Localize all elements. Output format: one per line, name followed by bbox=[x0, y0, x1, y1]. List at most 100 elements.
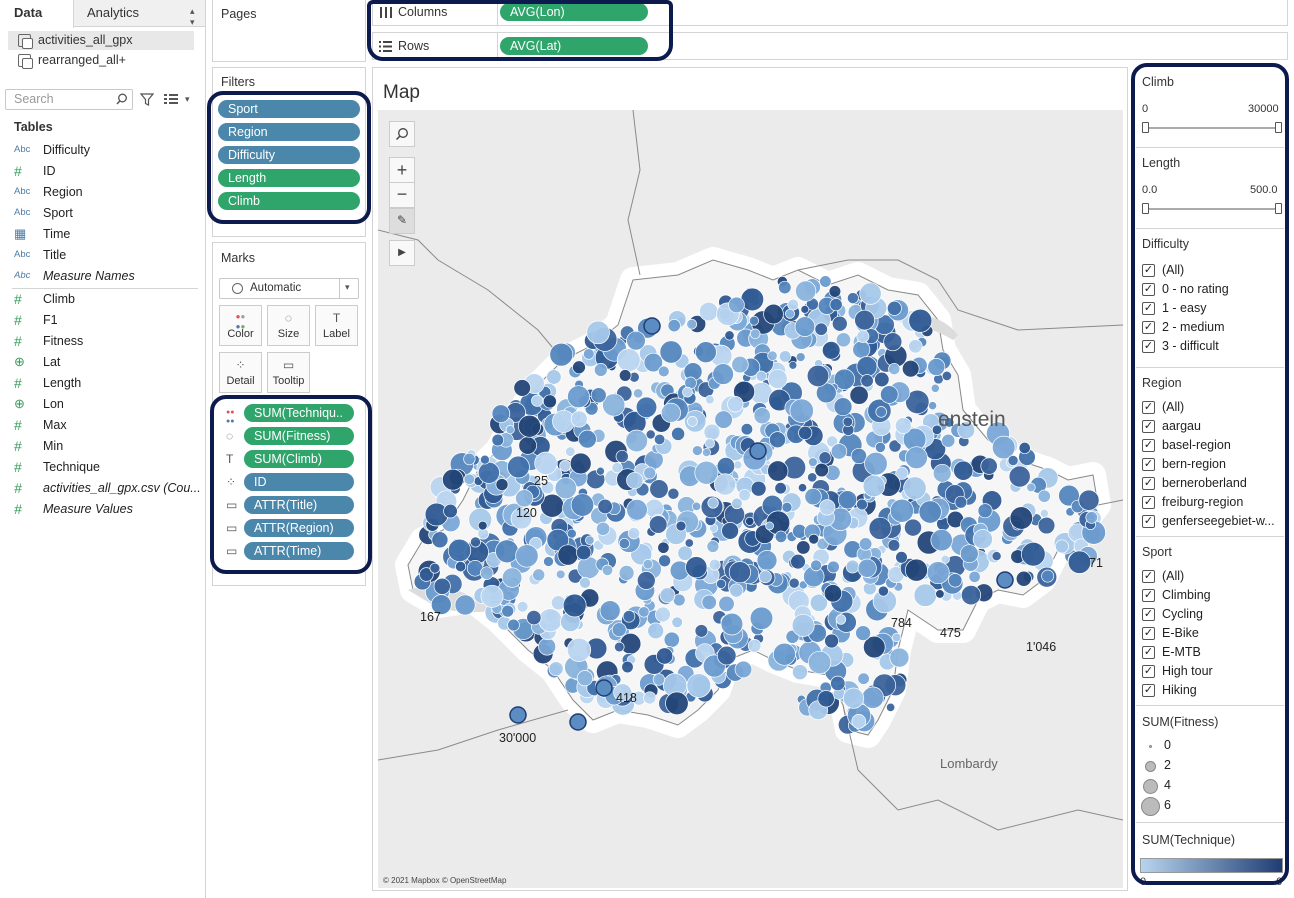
activity-point bbox=[495, 539, 519, 564]
view-list-icon[interactable] bbox=[164, 94, 178, 104]
activity-point bbox=[684, 538, 694, 548]
field-max[interactable]: # Max bbox=[14, 415, 204, 435]
zoom-out-button[interactable]: − bbox=[389, 182, 415, 208]
marks-tooltip-button[interactable]: ▭ Tooltip bbox=[267, 352, 310, 393]
field-activities-all-gpx-csv-cou-[interactable]: # activities_all_gpx.csv (Cou... bbox=[14, 478, 204, 498]
tab-analytics[interactable]: Analytics bbox=[74, 0, 204, 27]
activity-point bbox=[611, 462, 623, 474]
activity-point bbox=[861, 686, 884, 709]
datasource-item[interactable]: rearranged_all+ bbox=[8, 51, 194, 70]
activity-point bbox=[941, 433, 956, 448]
activity-point bbox=[814, 462, 829, 478]
activity-point bbox=[838, 490, 858, 510]
activity-point bbox=[980, 457, 998, 475]
map-svg[interactable]: enstein Lombardy 25 120 167 30'000 418 784 475 1'… bbox=[378, 110, 1123, 888]
activity-point bbox=[554, 477, 577, 500]
datasource-item[interactable]: activities_all_gpx bbox=[8, 31, 194, 50]
marks-detail-button[interactable]: ⁘ Detail bbox=[219, 352, 262, 393]
activity-point bbox=[433, 577, 451, 595]
map-canvas[interactable]: enstein Lombardy 25 120 167 30'000 418 784 475 1'… bbox=[378, 110, 1123, 888]
field-title[interactable]: Abc Title bbox=[14, 245, 204, 265]
field-sport[interactable]: Abc Sport bbox=[14, 203, 204, 223]
activity-point bbox=[595, 679, 613, 697]
search-input[interactable]: Search bbox=[5, 89, 133, 110]
activity-point bbox=[892, 632, 902, 643]
activity-point bbox=[720, 612, 744, 636]
field-min[interactable]: # Min bbox=[14, 436, 204, 456]
activity-point bbox=[447, 538, 472, 563]
field-label: Max bbox=[43, 418, 67, 432]
pages-shelf[interactable]: Pages bbox=[212, 0, 366, 62]
activity-point bbox=[842, 687, 865, 709]
field-label: Climb bbox=[43, 292, 75, 306]
activity-point bbox=[649, 479, 669, 499]
activity-point bbox=[567, 385, 590, 409]
activity-point bbox=[518, 436, 537, 455]
filter-icon[interactable] bbox=[140, 93, 154, 106]
field-id[interactable]: # ID bbox=[14, 161, 204, 181]
activity-point bbox=[991, 551, 1002, 562]
map-tools-button[interactable]: ▶ bbox=[389, 240, 415, 266]
field-region[interactable]: Abc Region bbox=[14, 182, 204, 202]
activity-point bbox=[727, 396, 744, 413]
activity-point bbox=[643, 317, 661, 335]
field-technique[interactable]: # Technique bbox=[14, 457, 204, 477]
border-line bbox=[378, 709, 569, 761]
activity-point bbox=[638, 606, 650, 618]
activity-point bbox=[601, 564, 614, 576]
activity-point bbox=[665, 691, 689, 716]
field-measure-names[interactable]: Abc Measure Names bbox=[14, 266, 204, 286]
activity-point bbox=[705, 395, 715, 405]
mark-label: 418 bbox=[616, 691, 637, 705]
marks-color-button[interactable]: ●● ●● Color bbox=[219, 305, 262, 346]
activity-point bbox=[1037, 516, 1056, 535]
activity-point bbox=[787, 298, 800, 311]
activity-point bbox=[785, 308, 795, 319]
marks-size-button[interactable]: ◌ Size bbox=[267, 305, 310, 346]
activity-point bbox=[706, 540, 720, 553]
activity-point bbox=[819, 275, 832, 288]
field-lon[interactable]: ⊕ Lon bbox=[14, 394, 204, 414]
field-f1[interactable]: # F1 bbox=[14, 310, 204, 330]
field-length[interactable]: # Length bbox=[14, 373, 204, 393]
legends-highlight bbox=[1131, 63, 1289, 885]
activity-point bbox=[621, 660, 634, 674]
field-difficulty[interactable]: Abc Difficulty bbox=[14, 140, 204, 160]
activity-point bbox=[694, 460, 719, 485]
field-measure-values[interactable]: # Measure Values bbox=[14, 499, 204, 519]
marks-button-label: Detail bbox=[226, 375, 255, 387]
search-icon bbox=[395, 128, 408, 141]
circle-mark-icon bbox=[232, 283, 243, 294]
activity-point bbox=[729, 583, 744, 598]
string-type-icon: Abc bbox=[14, 144, 31, 155]
zoom-in-button[interactable]: + bbox=[389, 157, 415, 183]
activity-point bbox=[908, 339, 923, 354]
map-search-button[interactable] bbox=[389, 121, 415, 147]
activity-point bbox=[431, 531, 449, 549]
activity-point bbox=[954, 495, 968, 509]
string-type-icon: Abc bbox=[14, 207, 31, 218]
activity-point bbox=[767, 460, 789, 482]
activity-point bbox=[585, 535, 595, 546]
field-lat[interactable]: ⊕ Lat bbox=[14, 352, 204, 372]
activity-point bbox=[599, 600, 621, 622]
marks-label-button[interactable]: T Label bbox=[315, 305, 358, 346]
activity-point bbox=[480, 454, 490, 465]
activity-point bbox=[667, 319, 681, 333]
field-climb[interactable]: # Climb bbox=[14, 289, 204, 309]
chevron-down-icon[interactable]: ▾ bbox=[185, 94, 190, 105]
field-fitness[interactable]: # Fitness bbox=[14, 331, 204, 351]
field-label: Technique bbox=[43, 460, 100, 474]
activity-point bbox=[569, 713, 587, 731]
activity-point bbox=[810, 559, 822, 572]
activity-point bbox=[781, 501, 793, 513]
activity-point bbox=[495, 478, 509, 492]
pin-map-button[interactable]: ✎ bbox=[389, 208, 415, 234]
tab-data[interactable]: Data bbox=[0, 0, 74, 28]
activity-point bbox=[972, 529, 993, 550]
mark-type-select[interactable]: Automatic ▾ bbox=[219, 278, 359, 299]
field-time[interactable]: ▦ Time bbox=[14, 224, 204, 244]
activity-point bbox=[886, 702, 896, 712]
activity-point bbox=[501, 567, 523, 588]
tab-menu-icon[interactable]: ▴ ▾ bbox=[190, 6, 195, 28]
